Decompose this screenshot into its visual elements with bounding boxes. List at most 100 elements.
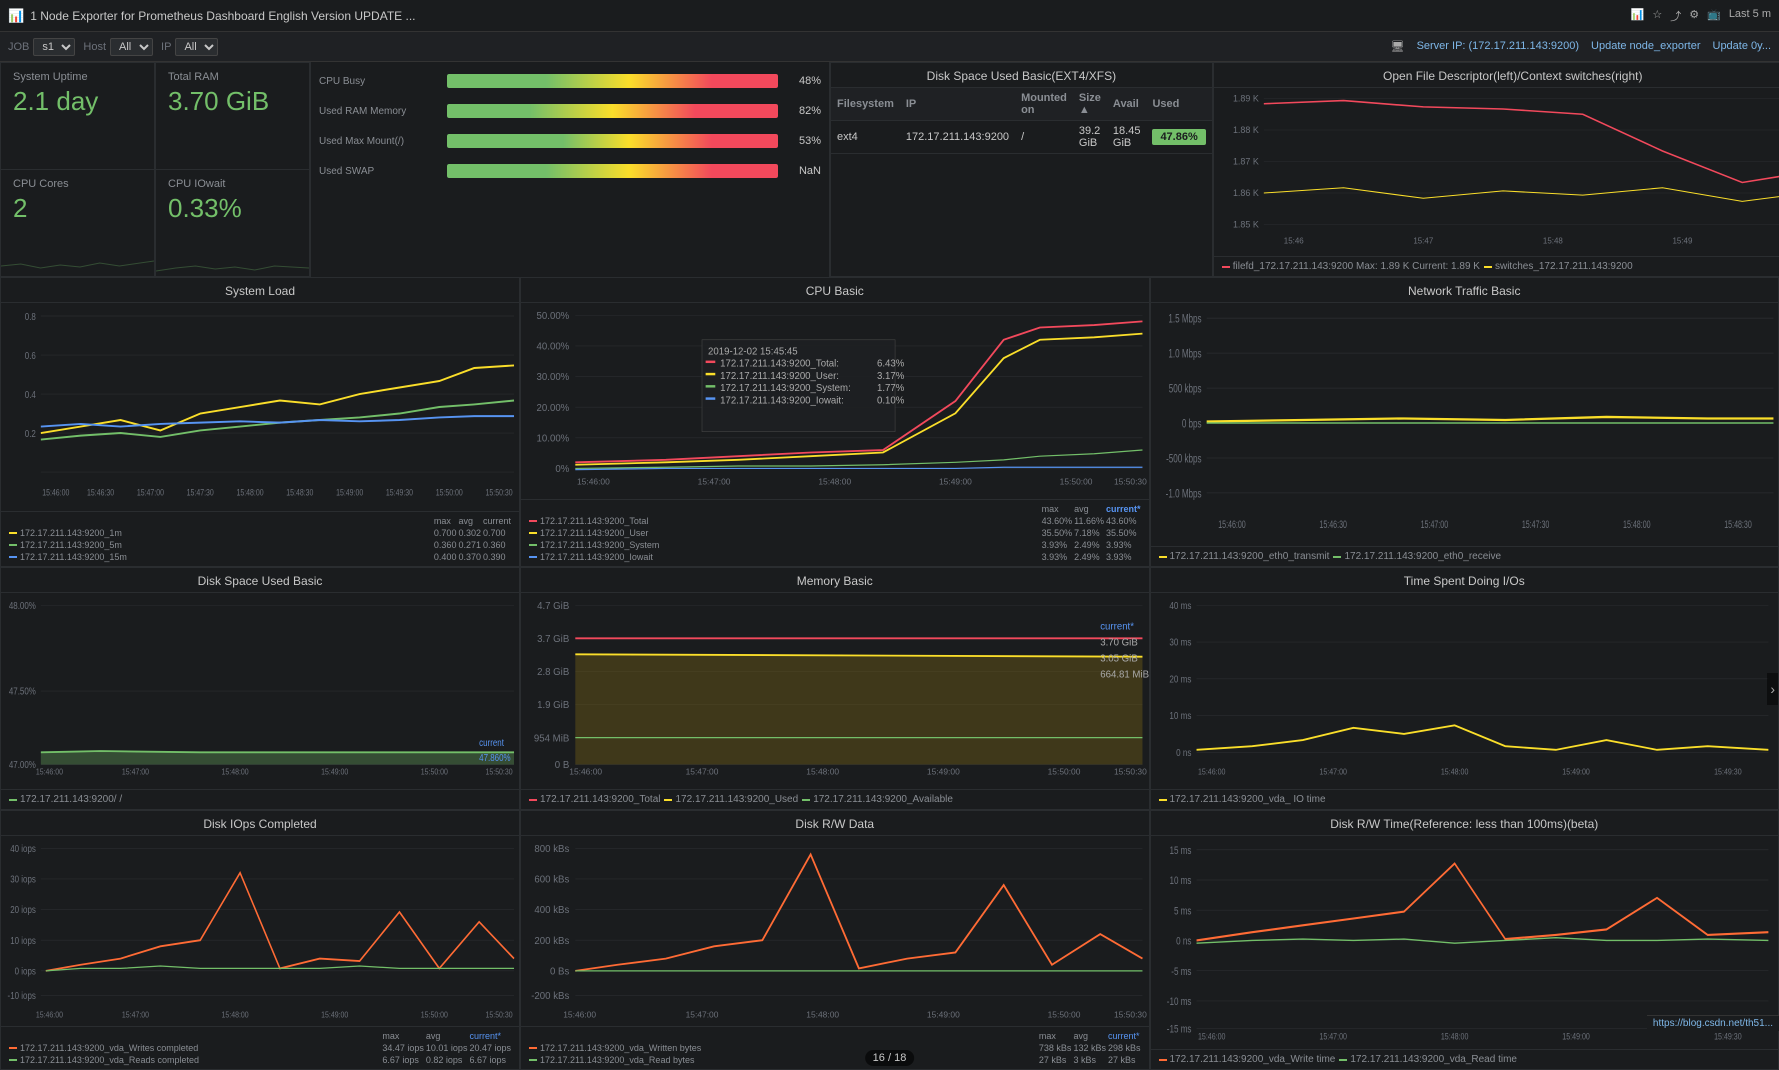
rw-item1: 172.17.211.143:9200_vda_Written bytes — [529, 1043, 1037, 1053]
share-icon[interactable]: ⤴ — [1670, 8, 1681, 24]
fd-legend-item1: filefd_172.17.211.143:9200 Max: 1.89 K C… — [1222, 261, 1480, 272]
used-ram-gauge: Used RAM Memory 82% — [319, 104, 821, 118]
cpu-max1: 43.60% — [1042, 516, 1073, 526]
cpu-iowait-label: CPU IOwait — [168, 178, 297, 190]
cpu-cores-sparkline — [1, 246, 154, 276]
rw-label2: 172.17.211.143:9200_vda_Read bytes — [540, 1055, 694, 1065]
svg-text:15:49:00: 15:49:00 — [321, 767, 349, 777]
server-ip-link[interactable]: Server IP: (172.17.211.143:9200) — [1417, 40, 1579, 53]
svg-text:15:47:00: 15:47:00 — [686, 1010, 719, 1020]
rw-cur2: 27 kBs — [1108, 1055, 1141, 1065]
svg-text:0.8: 0.8 — [25, 311, 36, 322]
mem-dot1 — [529, 799, 537, 801]
fd-label1: filefd_172.17.211.143:9200 Max: 1.89 K C… — [1233, 261, 1480, 272]
stat-cards-column2: Total RAM 3.70 GiB CPU IOwait 0.33% — [155, 62, 310, 277]
used-swap-bar-container — [447, 164, 778, 178]
chart-icon[interactable]: 📊 — [1631, 8, 1645, 24]
row1: System Uptime 2.1 day CPU Cores 2 Total … — [0, 62, 1779, 277]
settings-icon[interactable]: ⚙ — [1689, 8, 1699, 24]
svg-text:0 iops: 0 iops — [15, 966, 37, 977]
cpu-busy-percent: 48% — [786, 75, 821, 87]
cpu-label4: 172.17.211.143:9200_Iowait — [540, 552, 653, 562]
iops-label1: 172.17.211.143:9200_vda_Writes completed — [20, 1043, 198, 1053]
stat-cards-column: System Uptime 2.1 day CPU Cores 2 — [0, 62, 155, 277]
io-time-legend: 172.17.211.143:9200_vda_ IO time — [1151, 789, 1779, 809]
update-date-link[interactable]: Update 0y... — [1713, 40, 1772, 53]
memory-legend: 172.17.211.143:9200_Total 172.17.211.143… — [521, 789, 1149, 809]
svg-text:200 kBs: 200 kBs — [534, 936, 569, 947]
disk-space-table-title: Disk Space Used Basic(EXT4/XFS) — [831, 63, 1212, 88]
host-label: Host — [83, 41, 106, 53]
uptime-card: System Uptime 2.1 day — [0, 62, 155, 169]
svg-text:0.2: 0.2 — [25, 428, 36, 439]
cpu-busy-bar — [447, 74, 778, 88]
sl-max2: 0.360 — [434, 540, 457, 550]
cell-mounted: / — [1015, 121, 1073, 154]
rw-dot1 — [529, 1047, 537, 1049]
iops-max2: 6.67 iops — [382, 1055, 424, 1065]
used-max-mount-percent: 53% — [786, 135, 821, 147]
tv-icon[interactable]: 📺 — [1707, 8, 1721, 24]
job-filter: JOB s1 — [8, 38, 75, 56]
io-label1: 172.17.211.143:9200_vda_ IO time — [1170, 794, 1326, 805]
cpu-item2: 172.17.211.143:9200_User — [529, 528, 1040, 538]
cpu-basic-chart: 50.00% 40.00% 30.00% 20.00% 10.00% 0% — [521, 303, 1149, 499]
network-traffic-svg: 1.5 Mbps 1.0 Mbps 500 kbps 0 bps -500 kb… — [1151, 303, 1779, 546]
svg-text:172.17.211.143:9200_User:: 172.17.211.143:9200_User: — [720, 371, 839, 382]
sl-legend-header — [9, 516, 432, 526]
svg-text:1.85 K: 1.85 K — [1233, 219, 1260, 229]
svg-text:0.10%: 0.10% — [877, 395, 905, 406]
cpu-basic-legend: max avg current* 172.17.211.143:9200_Tot… — [521, 499, 1149, 566]
svg-text:15:50:00: 15:50:00 — [1048, 766, 1081, 776]
rw-header — [529, 1031, 1037, 1041]
cpu-avg-header: avg — [1074, 504, 1104, 514]
rw-current-header: current* — [1108, 1031, 1141, 1041]
system-load-panel: System Load 0.8 0.6 0.4 0.2 — [0, 277, 520, 567]
svg-text:-1.0 Mbps: -1.0 Mbps — [1165, 488, 1201, 501]
svg-text:30.00%: 30.00% — [537, 372, 570, 383]
ip-select[interactable]: All — [175, 38, 218, 56]
rwt-item1: 172.17.211.143:9200_vda_Write time — [1159, 1054, 1336, 1065]
window-title: 1 Node Exporter for Prometheus Dashboard… — [30, 9, 1624, 23]
star-icon[interactable]: ☆ — [1652, 8, 1662, 24]
update-node-link[interactable]: Update node_exporter — [1591, 40, 1700, 53]
rw-item2: 172.17.211.143:9200_vda_Read bytes — [529, 1055, 1037, 1065]
svg-text:15:49:00: 15:49:00 — [1562, 1030, 1590, 1041]
uptime-label: System Uptime — [13, 71, 142, 83]
job-select[interactable]: s1 — [33, 38, 75, 56]
memory-basic-title: Memory Basic — [521, 568, 1149, 593]
cpu-legend-header — [529, 504, 1040, 514]
col-mounted: Mounted on — [1015, 88, 1073, 121]
cpu-busy-gauge: CPU Busy 48% — [319, 74, 821, 88]
svg-text:current*: current* — [1100, 622, 1134, 633]
io-time-title: Time Spent Doing I/Os — [1151, 568, 1779, 593]
rw-dot2 — [529, 1059, 537, 1061]
right-arrow[interactable]: › — [1767, 673, 1778, 705]
svg-text:15:47:00: 15:47:00 — [1420, 518, 1448, 530]
svg-text:15:46:30: 15:46:30 — [1319, 518, 1347, 530]
mem-label1: 172.17.211.143:9200_Total — [540, 794, 660, 805]
svg-text:1.86 K: 1.86 K — [1233, 188, 1260, 198]
iops-max1: 34.47 iops — [382, 1043, 424, 1053]
svg-text:-10 iops: -10 iops — [8, 990, 37, 1001]
svg-text:15:49: 15:49 — [1672, 236, 1692, 245]
sl-label1: 172.17.211.143:9200_1m — [20, 528, 122, 538]
svg-text:15:46:00: 15:46:00 — [1197, 1030, 1225, 1041]
svg-text:0 bps: 0 bps — [1181, 418, 1201, 431]
host-select[interactable]: All — [110, 38, 153, 56]
svg-text:15:47:30: 15:47:30 — [1521, 518, 1549, 530]
mem-item1: 172.17.211.143:9200_Total — [529, 794, 660, 805]
open-fd-panel: Open File Descriptor(left)/Context switc… — [1213, 62, 1779, 277]
memory-basic-svg: 4.7 GiB 3.7 GiB 2.8 GiB 1.9 GiB 954 MiB … — [521, 593, 1149, 789]
disk-iops-chart: 40 iops 30 iops 20 iops 10 iops 0 iops -… — [1, 836, 519, 1026]
top-bar: 📊 1 Node Exporter for Prometheus Dashboa… — [0, 0, 1779, 32]
svg-text:3.17%: 3.17% — [877, 371, 905, 382]
net-dot2 — [1333, 556, 1341, 558]
iops-avg2: 0.82 iops — [426, 1055, 468, 1065]
svg-text:15:50:30: 15:50:30 — [1114, 766, 1147, 776]
dsb-item1: 172.17.211.143:9200/ / — [9, 794, 122, 805]
disk-iops-svg: 40 iops 30 iops 20 iops 10 iops 0 iops -… — [1, 836, 519, 1026]
net-item2: 172.17.211.143:9200_eth0_receive — [1333, 551, 1501, 562]
svg-text:664.81 MiB: 664.81 MiB — [1100, 670, 1148, 681]
io-item1: 172.17.211.143:9200_vda_ IO time — [1159, 794, 1326, 805]
